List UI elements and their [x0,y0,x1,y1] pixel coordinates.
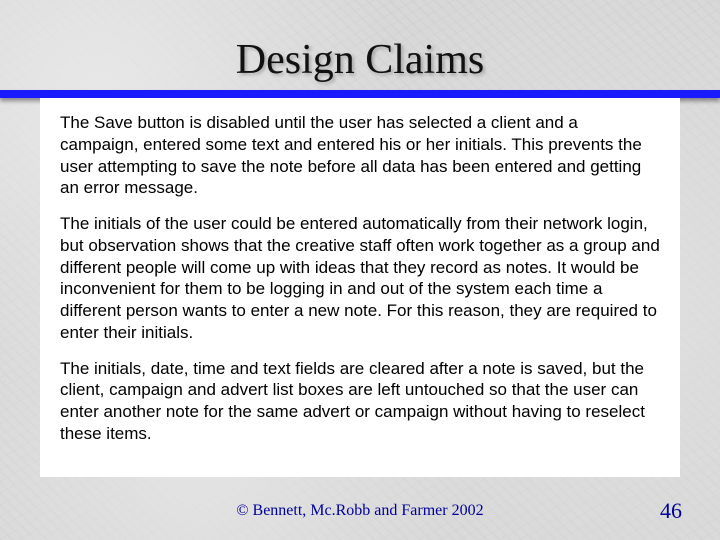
copyright-footer: © Bennett, Mc.Robb and Farmer 2002 [0,502,720,520]
paragraph-2: The initials of the user could be entere… [60,213,660,344]
paragraph-1: The Save button is disabled until the us… [60,112,660,199]
page-number: 46 [660,498,682,524]
title-underline [0,90,720,98]
slide-title: Design Claims [0,0,720,90]
body-content: The Save button is disabled until the us… [40,98,680,477]
paragraph-3: The initials, date, time and text fields… [60,358,660,445]
